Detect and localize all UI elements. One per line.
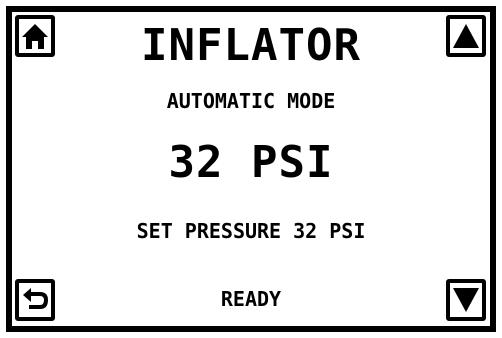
current-pressure-readout: 32 PSI <box>168 137 334 188</box>
mode-label: AUTOMATIC MODE <box>166 89 336 113</box>
status-label: READY <box>220 287 282 311</box>
set-pressure-label: SET PRESSURE 32 PSI <box>136 219 366 243</box>
screen-title: INFLATOR <box>141 20 361 71</box>
